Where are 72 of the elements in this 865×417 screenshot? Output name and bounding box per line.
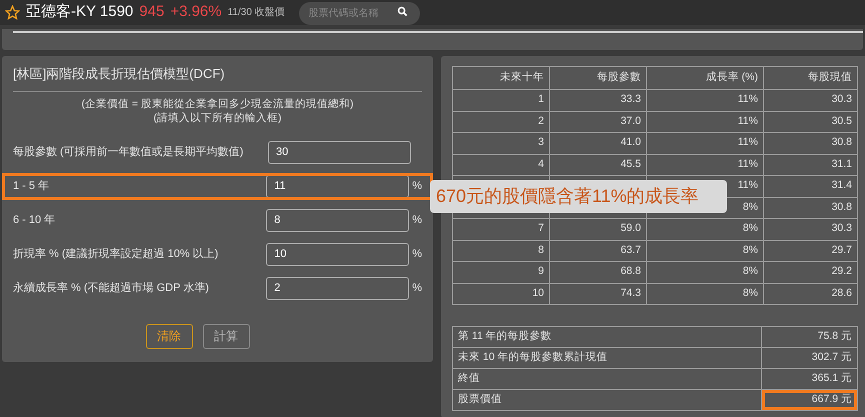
table-cell: 11% (646, 132, 764, 154)
table-cell: 8 (452, 240, 550, 262)
table-cell: 1 (452, 90, 550, 111)
input-field[interactable]: 10 (266, 242, 410, 266)
table-cell: 8% (646, 262, 764, 283)
field-label: 1 - 5 年 (13, 178, 50, 194)
form-note: (企業價值 = 股東能從企業拿回多少現金流量的現值總和) (82, 96, 354, 110)
table-cell: 33.3 (550, 90, 646, 111)
field-label: 每股參數 (可採用前一年數值或是長期平均數值) (13, 144, 244, 160)
table-cell: 28.6 (764, 283, 858, 304)
column-header: 未來十年 (452, 66, 550, 90)
unit-label: % (412, 178, 422, 194)
table-cell: 9 (452, 262, 550, 283)
summary-label: 終值 (452, 368, 762, 390)
callout-label: 670元的股價隱含著11%的成長率 (430, 180, 727, 213)
table-cell: 11% (646, 111, 764, 132)
table-cell: 30.8 (764, 132, 858, 154)
unit-label: % (412, 280, 422, 296)
summary-label: 未來 10 年的每股參數累計現值 (452, 348, 762, 368)
field-label: 折現率 % (建議折現率設定超過 10% 以上) (13, 246, 220, 262)
table-cell: 30.8 (764, 197, 858, 218)
unit-label: % (412, 246, 422, 262)
table-cell: 8% (646, 283, 764, 304)
unit-label: % (412, 212, 422, 228)
stock-price: 945 (139, 2, 164, 22)
table-cell: 31.4 (764, 176, 858, 197)
table-cell: 68.8 (550, 262, 646, 283)
table-cell: 11% (646, 154, 764, 176)
star-icon[interactable] (5, 5, 20, 20)
summary-value: 302.7 元 (762, 348, 858, 368)
input-field[interactable]: 11 (266, 174, 410, 198)
table-cell: 8% (646, 240, 764, 262)
table-cell: 63.7 (550, 240, 646, 262)
table-cell: 10 (452, 283, 550, 304)
table-cell: 30.5 (764, 111, 858, 132)
field-label: 永續成長率 % (不能超過市場 GDP 水準) (13, 280, 210, 296)
table-cell: 2 (452, 111, 550, 132)
table-cell: 3 (452, 132, 550, 154)
table-cell: 4 (452, 154, 550, 176)
table-cell: 29.2 (764, 262, 858, 283)
column-header: 每股參數 (550, 66, 646, 90)
column-header: 每股現值 (764, 66, 858, 90)
summary-label: 第 11 年的每股參數 (452, 326, 762, 348)
table-cell: 31.1 (764, 154, 858, 176)
closing-date: 11/30 收盤價 (228, 6, 285, 20)
price-change: +3.96% (170, 2, 222, 22)
table-cell: 37.0 (550, 111, 646, 132)
search-icon[interactable] (396, 6, 408, 17)
table-cell: 59.0 (550, 218, 646, 240)
summary-label: 股票價值 (452, 390, 762, 410)
table-cell: 30.3 (764, 90, 858, 111)
input-field[interactable]: 8 (266, 208, 410, 232)
calculate-button[interactable]: 計算 (202, 324, 250, 348)
table-cell: 45.5 (550, 154, 646, 176)
table-cell: 30.3 (764, 218, 858, 240)
table-cell: 11% (646, 90, 764, 111)
summary-value: 365.1 元 (762, 368, 858, 390)
stock-name: 亞德客-KY 1590 (26, 2, 134, 22)
column-header: 成長率 (%) (646, 66, 764, 90)
table-cell: 74.3 (550, 283, 646, 304)
summary-value: 667.9 元 (762, 390, 858, 410)
table-cell: 8% (646, 218, 764, 240)
form-title: [林區]兩階段成長折現估價模型(DCF) (13, 64, 422, 92)
input-field[interactable]: 30 (268, 140, 411, 164)
search-field[interactable]: 股票代碼或名稱 (298, 2, 420, 25)
table-cell: 7 (452, 218, 550, 240)
table-cell: 41.0 (550, 132, 646, 154)
input-field[interactable]: 2 (266, 276, 410, 300)
table-cell: 29.7 (764, 240, 858, 262)
summary-value: 75.8 元 (762, 326, 858, 348)
form-note: (請填入以下所有的輸入框) (154, 110, 282, 124)
field-label: 6 - 10 年 (13, 212, 56, 228)
